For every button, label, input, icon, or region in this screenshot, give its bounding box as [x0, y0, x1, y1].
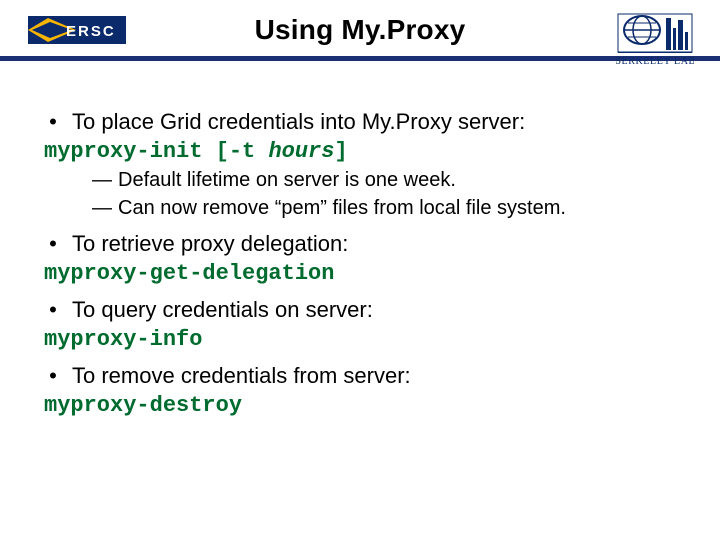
sub-1-1: —Default lifetime on server is one week.	[92, 168, 676, 194]
nersc-logo-icon: ERSC	[28, 16, 126, 44]
bullet-4-text: To remove credentials from server:	[72, 362, 411, 390]
code-1: myproxy-init [-t hours]	[44, 136, 676, 166]
code-2: myproxy-get-delegation	[44, 258, 676, 288]
bullet-dot-icon: •	[44, 108, 62, 136]
bullet-dot-icon: •	[44, 296, 62, 324]
code-3-text: myproxy-info	[44, 327, 202, 352]
slide: ERSC Using My.Proxy BERKELEY LAB	[0, 0, 720, 540]
nersc-logo: ERSC	[28, 16, 126, 49]
bullet-3: • To query credentials on server:	[44, 296, 676, 324]
code-1a: myproxy-init [-t	[44, 139, 268, 164]
bullet-1: • To place Grid credentials into My.Prox…	[44, 108, 676, 136]
bullet-group-1: • To place Grid credentials into My.Prox…	[44, 108, 676, 222]
code-3: myproxy-info	[44, 324, 676, 354]
slide-body: • To place Grid credentials into My.Prox…	[0, 72, 720, 420]
em-dash-icon: —	[92, 168, 118, 194]
em-dash-icon: —	[92, 196, 118, 222]
bullet-2-text: To retrieve proxy delegation:	[72, 230, 348, 258]
code-1b: hours	[268, 139, 334, 164]
bullet-dot-icon: •	[44, 230, 62, 258]
sub-1-1-text: Default lifetime on server is one week.	[118, 169, 456, 191]
bullet-group-3: • To query credentials on server: myprox…	[44, 296, 676, 354]
berkeley-lab-logo: BERKELEY LAB	[616, 6, 694, 75]
bullet-group-4: • To remove credentials from server: myp…	[44, 362, 676, 420]
berkeley-lab-logo-icon: BERKELEY LAB	[616, 6, 694, 70]
code-4: myproxy-destroy	[44, 390, 676, 420]
svg-text:BERKELEY LAB: BERKELEY LAB	[616, 56, 694, 67]
sub-1-2-text: Can now remove “pem” files from local fi…	[118, 197, 566, 219]
bullet-2: • To retrieve proxy delegation:	[44, 230, 676, 258]
code-4-text: myproxy-destroy	[44, 393, 242, 418]
code-1c: ]	[334, 139, 347, 164]
svg-text:ERSC: ERSC	[66, 23, 116, 40]
header-rule	[0, 56, 720, 61]
code-2-text: myproxy-get-delegation	[44, 261, 334, 286]
header: ERSC Using My.Proxy BERKELEY LAB	[0, 0, 720, 72]
bullet-3-text: To query credentials on server:	[72, 296, 373, 324]
bullet-1-text: To place Grid credentials into My.Proxy …	[72, 108, 525, 136]
bullet-4: • To remove credentials from server:	[44, 362, 676, 390]
bullet-dot-icon: •	[44, 362, 62, 390]
bullet-group-2: • To retrieve proxy delegation: myproxy-…	[44, 230, 676, 288]
sub-1-2: —Can now remove “pem” files from local f…	[92, 196, 676, 222]
